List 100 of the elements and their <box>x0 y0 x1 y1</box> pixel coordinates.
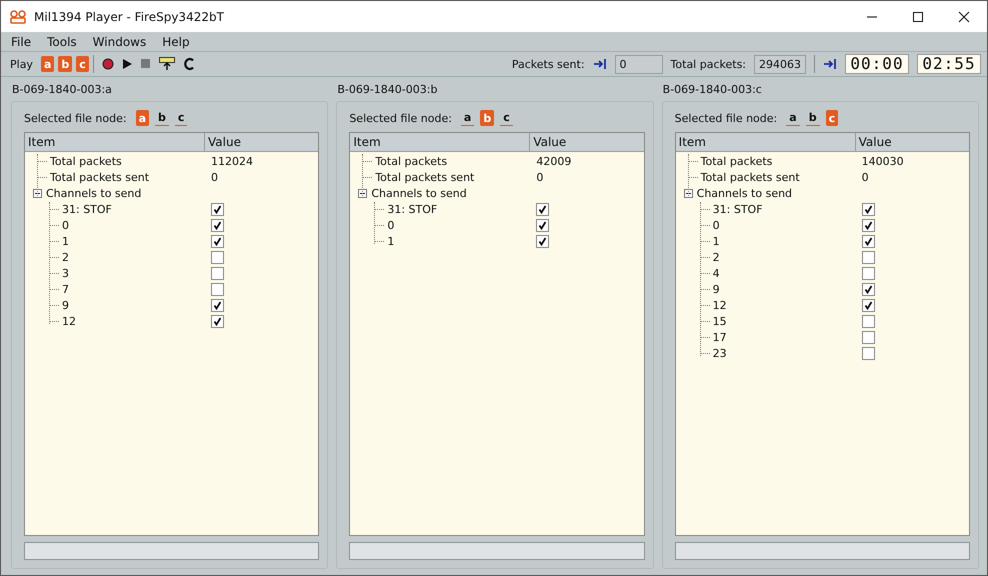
clear-icon[interactable] <box>182 57 195 71</box>
checkbox[interactable] <box>211 202 224 216</box>
total-packets-field: 294063 <box>754 54 806 74</box>
tree-item[interactable]: Total packets sent <box>700 170 862 184</box>
record-icon[interactable] <box>102 58 114 70</box>
checkbox[interactable] <box>862 346 875 360</box>
tree-item[interactable]: 31: STOF <box>387 202 536 216</box>
collapse-icon[interactable] <box>684 188 693 198</box>
checkbox[interactable] <box>862 282 875 296</box>
checkbox[interactable] <box>211 234 224 248</box>
play-node-button[interactable]: c <box>76 56 89 72</box>
tree-item[interactable]: 1 <box>387 234 536 248</box>
tree-item[interactable]: Total packets <box>50 154 211 168</box>
tree-item[interactable]: 4 <box>712 266 862 280</box>
tree-value: 112024 <box>211 154 253 168</box>
tree-item[interactable]: 3 <box>62 266 211 280</box>
checkbox[interactable] <box>862 330 875 344</box>
checkbox[interactable] <box>211 250 224 264</box>
tree-item[interactable]: 12 <box>62 314 211 328</box>
menu-item[interactable]: Tools <box>41 34 83 48</box>
checkbox[interactable] <box>862 266 875 280</box>
tree-item[interactable]: 7 <box>62 282 211 296</box>
tree-item[interactable]: Total packets <box>700 154 862 168</box>
tree-item[interactable]: 0 <box>387 218 536 232</box>
node-label: Selected file node: <box>349 112 452 124</box>
checkbox[interactable] <box>536 202 550 216</box>
column-header[interactable]: Value <box>530 133 566 151</box>
node-button[interactable]: c <box>826 110 838 126</box>
tree-item[interactable]: 1 <box>62 234 211 248</box>
column-header[interactable]: Item <box>25 133 205 151</box>
checkbox[interactable] <box>862 202 875 216</box>
node-button[interactable]: c <box>174 110 188 126</box>
play-node-button[interactable]: a <box>40 56 54 72</box>
tree-item[interactable]: 0 <box>712 218 862 232</box>
checkbox[interactable] <box>211 282 224 296</box>
tree-item[interactable]: 12 <box>712 298 862 312</box>
node-button[interactable]: a <box>136 110 150 126</box>
tree-value: 140030 <box>862 154 904 168</box>
tree-item[interactable]: 2 <box>62 250 211 264</box>
checkbox[interactable] <box>862 314 875 328</box>
node-label: Selected file node: <box>674 112 778 124</box>
tree-item[interactable]: Total packets sent <box>50 170 211 184</box>
window-title: Mil1394 Player - FireSpy3422bT <box>34 10 224 24</box>
tree-item[interactable]: 0 <box>62 218 211 232</box>
node-button[interactable]: b <box>155 110 169 126</box>
tree-value: 0 <box>536 170 544 184</box>
checkbox[interactable] <box>862 250 875 264</box>
checkbox[interactable] <box>211 266 224 280</box>
tree-item[interactable]: Channels to send <box>46 186 206 200</box>
column-header[interactable]: Item <box>676 133 856 151</box>
tree-item[interactable]: 15 <box>712 314 862 328</box>
arrow-to-bar-icon[interactable] <box>823 58 837 70</box>
node-button[interactable]: a <box>786 110 800 126</box>
close-icon[interactable] <box>958 10 970 22</box>
tree-value: 0 <box>211 170 218 184</box>
node-button[interactable]: b <box>806 110 820 126</box>
checkbox[interactable] <box>211 218 224 232</box>
menu-item[interactable]: Help <box>156 34 196 48</box>
column-header[interactable]: Value <box>205 133 241 151</box>
menu-item[interactable]: Windows <box>86 34 152 48</box>
tree-item[interactable]: 9 <box>62 298 211 312</box>
node-button[interactable]: a <box>460 110 474 126</box>
tree-item[interactable]: 2 <box>712 250 862 264</box>
node-button[interactable]: b <box>480 110 494 126</box>
stop-icon[interactable] <box>140 59 151 69</box>
tree-item[interactable]: 9 <box>712 282 862 296</box>
packets-sent-field: 0 <box>614 54 663 74</box>
collapse-icon[interactable] <box>358 188 368 198</box>
arrow-to-bar-icon[interactable] <box>592 58 607 70</box>
menu-item[interactable]: File <box>5 34 38 48</box>
checkbox[interactable] <box>211 298 224 312</box>
tree-item[interactable]: Total packets sent <box>375 170 536 184</box>
tree-item[interactable]: Channels to send <box>696 186 857 200</box>
tree-item[interactable]: 31: STOF <box>62 202 211 216</box>
tree-item[interactable]: Channels to send <box>371 186 532 200</box>
node-button[interactable]: c <box>500 110 513 126</box>
app-logo-icon <box>9 8 27 24</box>
tree-item[interactable]: Total packets <box>375 154 536 168</box>
tree-item[interactable]: 1 <box>712 234 862 248</box>
play-label: Play <box>10 58 33 70</box>
checkbox[interactable] <box>536 218 550 232</box>
node-label: Selected file node: <box>24 112 127 124</box>
column-header[interactable]: Value <box>856 133 892 151</box>
checkbox[interactable] <box>862 234 875 248</box>
tree-value: 0 <box>862 170 869 184</box>
tree-item[interactable]: 17 <box>712 330 862 344</box>
checkbox[interactable] <box>862 298 875 312</box>
panel-title: B-069-1840-003:c <box>662 83 763 98</box>
checkbox[interactable] <box>536 234 550 248</box>
play-icon[interactable] <box>122 58 133 70</box>
upload-icon[interactable] <box>158 57 175 71</box>
tree-item[interactable]: 23 <box>712 346 862 360</box>
checkbox[interactable] <box>211 314 224 328</box>
panel-title: B-069-1840-003:a <box>11 83 113 98</box>
play-node-button[interactable]: b <box>58 56 72 72</box>
maximize-icon[interactable] <box>912 10 924 22</box>
tree-item[interactable]: 31: STOF <box>712 202 862 216</box>
collapse-icon[interactable] <box>33 188 42 198</box>
column-header[interactable]: Item <box>350 133 530 151</box>
checkbox[interactable] <box>862 218 875 232</box>
